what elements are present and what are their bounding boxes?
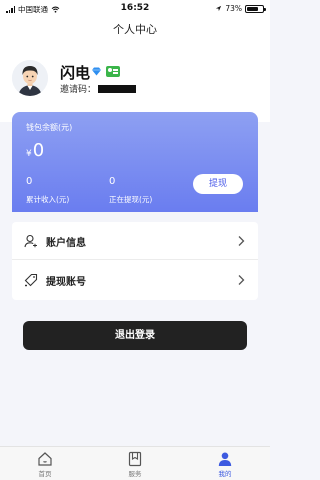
wallet-balance-value: 0 (32, 140, 45, 161)
wallet-label: 钱包余额(元) (26, 123, 73, 132)
status-right: 73% (215, 4, 266, 13)
tab-mine[interactable]: 我的 (195, 451, 255, 479)
invite-row: 邀请码： (60, 82, 137, 95)
pending-label: 正在提现(元) (109, 195, 153, 204)
wallet-card: 钱包余额(元) ¥ 0 0 累计收入(元) 0 正在提现(元) 提现 (12, 112, 258, 212)
menu-label-account-info: 账户信息 (46, 238, 86, 249)
menu-item-withdraw-account[interactable]: 提现账号 (12, 261, 258, 299)
pending-value: 0 (109, 176, 116, 187)
chevron-right-icon (238, 236, 245, 246)
wallet-balance: ¥ 0 (26, 140, 44, 161)
invite-code-redacted (98, 84, 137, 93)
battery-fill (247, 6, 258, 11)
tab-label-service: 服务 (128, 470, 142, 478)
status-bar: 中国联通 16:52 73% (0, 0, 270, 18)
battery-percent: 73% (225, 4, 242, 13)
menu-card: 账户信息 提现账号 (12, 222, 258, 300)
logout-button[interactable]: 退出登录 (23, 321, 247, 350)
tab-label-home: 首页 (38, 470, 52, 478)
tag-icon (24, 273, 38, 287)
chevron-right-icon (238, 275, 245, 285)
currency-symbol: ¥ (26, 149, 32, 159)
home-icon (38, 452, 52, 466)
person-icon (218, 452, 232, 466)
withdraw-button[interactable]: 提现 (193, 174, 243, 194)
tab-home[interactable]: 首页 (15, 451, 75, 479)
menu-label-withdraw-account: 提现账号 (46, 277, 86, 288)
page-title: 个人中心 (0, 18, 270, 42)
income-value: 0 (26, 176, 33, 187)
tab-bar: 首页 服务 我的 (0, 446, 270, 480)
profile-header: 闪电 邀请码： (0, 42, 270, 122)
id-card-icon (106, 66, 120, 77)
avatar-illustration (12, 60, 48, 96)
user-name: 闪电 (60, 64, 91, 82)
tab-label-mine: 我的 (218, 470, 232, 478)
tab-service[interactable]: 服务 (105, 451, 165, 479)
income-label: 累计收入(元) (26, 195, 70, 204)
avatar[interactable] (12, 60, 48, 96)
battery-icon (245, 4, 266, 13)
user-icon (24, 234, 37, 248)
invite-label: 邀请码： (60, 85, 97, 95)
menu-item-account-info[interactable]: 账户信息 (12, 222, 258, 260)
location-icon (216, 5, 222, 12)
bookmark-icon (128, 451, 142, 467)
diamond-icon (92, 67, 101, 76)
